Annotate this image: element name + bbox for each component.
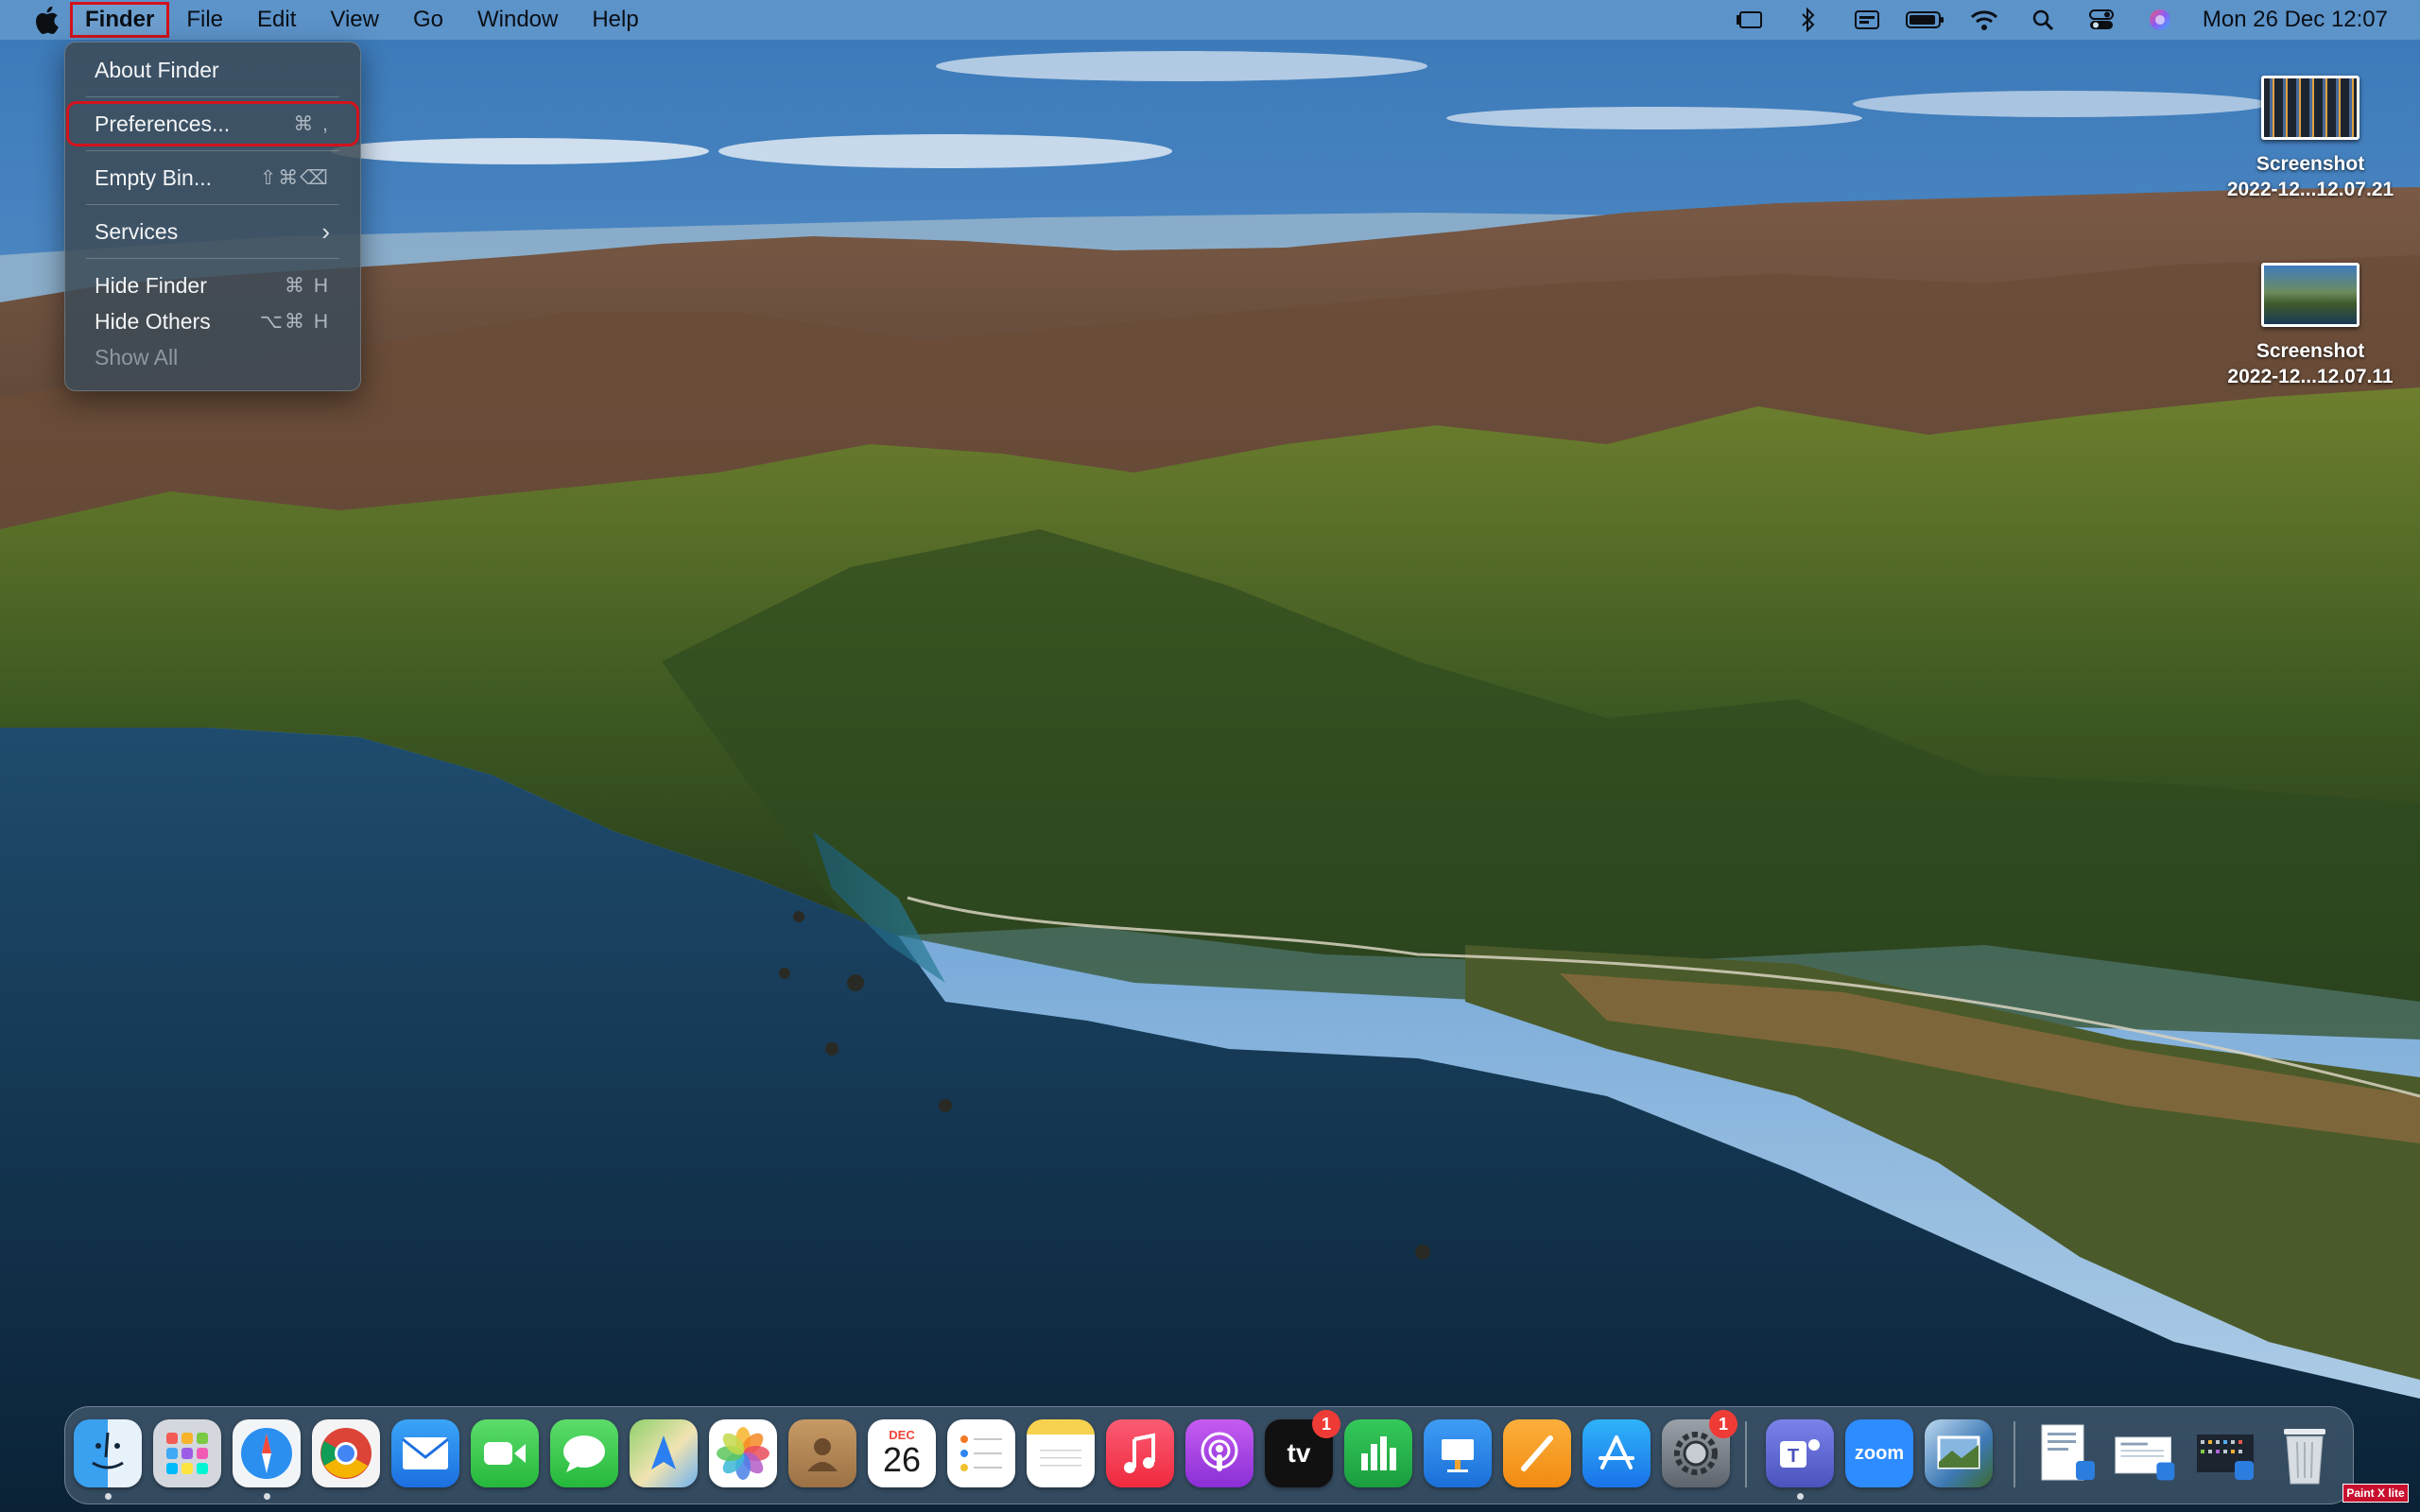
calendar-day: 26 (882, 1439, 922, 1479)
notification-badge: 1 (1709, 1410, 1737, 1438)
system-preferences-icon[interactable]: 1 (1662, 1410, 1737, 1487)
safari-icon[interactable] (233, 1419, 301, 1487)
preview-icon[interactable] (1925, 1419, 1993, 1487)
stage-manager-icon[interactable] (1720, 0, 1779, 40)
keyboard-shortcut: ⌘ H (285, 274, 330, 297)
music-icon[interactable] (1106, 1419, 1174, 1487)
status-area: Mon 26 Dec 12:07 (1720, 0, 2420, 40)
menu-item-label: Empty Bin... (95, 164, 212, 190)
menu-separator (86, 204, 339, 205)
spotlight-search-icon[interactable] (2014, 0, 2072, 40)
dock-divider (1745, 1421, 1747, 1487)
pages-icon[interactable] (1503, 1419, 1571, 1487)
notification-badge: 1 (1312, 1410, 1340, 1438)
contacts-icon[interactable] (788, 1419, 856, 1487)
keyboard-shortcut: ⇧⌘⌫ (259, 166, 330, 189)
bluetooth-icon[interactable] (1779, 0, 1838, 40)
running-indicator (1797, 1493, 1804, 1500)
menu-view[interactable]: View (313, 0, 396, 40)
keyboard-shortcut: ⌘ , (293, 112, 330, 135)
menu-item-about-finder[interactable]: About Finder (71, 52, 354, 88)
chevron-right-icon: › (321, 216, 330, 246)
menu-finder[interactable]: Finder (70, 2, 170, 38)
facetime-icon[interactable] (471, 1419, 539, 1487)
desktop-file-screenshot-2[interactable]: Screenshot 2022-12...12.07.11 (2206, 263, 2414, 389)
menu-item-preferences[interactable]: Preferences... ⌘ , (66, 101, 359, 146)
menu-item-hide-others[interactable]: Hide Others ⌥⌘ H (71, 303, 354, 339)
screenshot-thumbnail (2261, 76, 2360, 140)
siri-icon[interactable] (2131, 0, 2189, 40)
menu-bar-clock[interactable]: Mon 26 Dec 12:07 (2203, 7, 2388, 33)
menu-item-hide-finder[interactable]: Hide Finder ⌘ H (71, 267, 354, 303)
chrome-icon[interactable] (312, 1419, 380, 1487)
downloads-stack-icon[interactable] (2191, 1419, 2259, 1487)
battery-icon[interactable] (1896, 0, 1955, 40)
screenshot-thumbnail (2261, 263, 2360, 327)
menu-file[interactable]: File (169, 0, 240, 40)
zoom-label: zoom (1854, 1442, 1905, 1464)
file-name-line-1: Screenshot (2256, 153, 2365, 175)
dock-divider (2014, 1421, 2015, 1487)
menu-item-label: Hide Others (95, 308, 211, 334)
reminders-icon[interactable] (947, 1419, 1015, 1487)
menu-item-label: Show All (95, 344, 179, 369)
menu-help[interactable]: Help (575, 0, 655, 40)
document-stack-icon[interactable] (2032, 1419, 2100, 1487)
watermark-logo: Paint X lite (2342, 1484, 2409, 1503)
menu-item-services[interactable]: Services › (71, 214, 354, 249)
wifi-icon[interactable] (1955, 0, 2014, 40)
file-name-line-1: Screenshot (2256, 340, 2365, 362)
launchpad-icon[interactable] (153, 1419, 221, 1487)
menu-separator (86, 258, 339, 259)
calendar-icon[interactable]: DEC 26 (868, 1419, 936, 1487)
menu-separator (86, 96, 339, 97)
finder-icon[interactable] (74, 1419, 142, 1487)
screenshot-stack-icon[interactable] (2112, 1419, 2180, 1487)
apple-tv-label: tv (1287, 1438, 1311, 1468)
running-indicator (264, 1493, 270, 1500)
desktop-wallpaper (0, 0, 2420, 1512)
zoom-icon[interactable]: zoom (1845, 1419, 1913, 1487)
teams-icon[interactable]: T (1766, 1419, 1834, 1487)
running-indicator (105, 1493, 112, 1500)
menu-item-label: About Finder (95, 57, 219, 82)
menu-go[interactable]: Go (396, 0, 460, 40)
menu-window[interactable]: Window (460, 0, 575, 40)
notes-icon[interactable] (1027, 1419, 1095, 1487)
podcasts-icon[interactable] (1185, 1419, 1253, 1487)
app-store-icon[interactable] (1582, 1419, 1651, 1487)
file-name-line-2: 2022-12...12.07.21 (2226, 179, 2394, 200)
menu-item-label: Services (95, 218, 179, 244)
menu-edit[interactable]: Edit (240, 0, 313, 40)
keynote-icon[interactable] (1424, 1419, 1492, 1487)
messages-icon[interactable] (550, 1419, 618, 1487)
mail-icon[interactable] (391, 1419, 459, 1487)
control-center-icon[interactable] (2072, 0, 2131, 40)
trash-icon[interactable] (2271, 1419, 2339, 1487)
keyboard-shortcut: ⌥⌘ H (259, 310, 330, 333)
photos-icon[interactable] (709, 1419, 777, 1487)
input-source-icon[interactable] (1838, 0, 1896, 40)
finder-dropdown-menu: About Finder Preferences... ⌘ , Empty Bi… (64, 42, 361, 391)
maps-icon[interactable] (630, 1419, 698, 1487)
apple-logo-icon[interactable] (25, 0, 68, 40)
desktop-file-screenshot-1[interactable]: Screenshot 2022-12...12.07.21 (2206, 76, 2414, 202)
menu-item-label: Preferences... (95, 111, 231, 136)
apple-tv-icon[interactable]: tv 1 (1265, 1410, 1340, 1487)
menu-item-show-all: Show All (71, 339, 354, 375)
numbers-icon[interactable] (1344, 1419, 1412, 1487)
menu-item-label: Hide Finder (95, 272, 207, 298)
file-name-line-2: 2022-12...12.07.11 (2227, 366, 2394, 387)
svg-text:T: T (1788, 1446, 1799, 1467)
menu-separator (86, 150, 339, 151)
menu-bar: Finder File Edit View Go Window Help Mon… (0, 0, 2420, 40)
menu-item-empty-bin[interactable]: Empty Bin... ⇧⌘⌫ (71, 160, 354, 196)
